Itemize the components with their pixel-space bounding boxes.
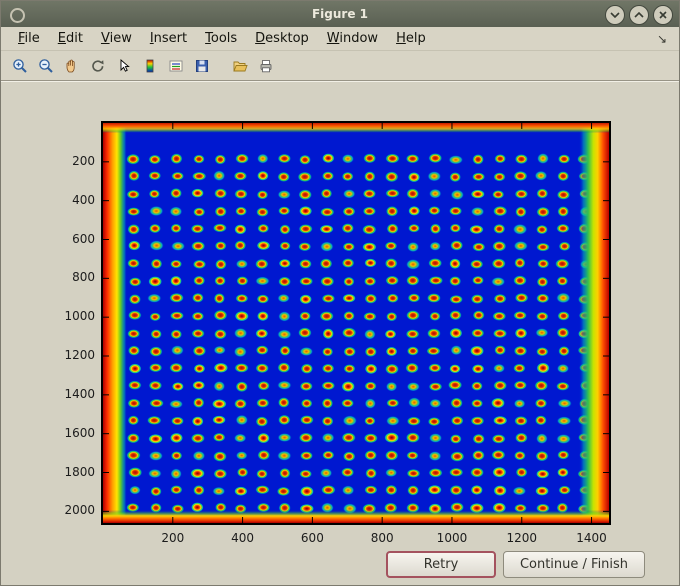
y-axis-tick-label: 1400 <box>64 386 95 401</box>
menu-view[interactable]: View <box>92 28 141 49</box>
maximize-button[interactable] <box>629 5 649 25</box>
menu-bar: File Edit View Insert Tools Desktop Wind… <box>1 27 679 51</box>
y-axis-tick-label: 2000 <box>64 503 95 518</box>
menu-help[interactable]: Help <box>387 28 435 49</box>
colorbar-button[interactable] <box>137 54 163 78</box>
data-cursor-button[interactable] <box>111 54 137 78</box>
top-edge-band <box>103 123 609 133</box>
rotate-3d-button[interactable] <box>85 54 111 78</box>
y-axis-tick-label: 800 <box>72 270 95 285</box>
close-icon <box>659 11 667 19</box>
x-axis-tick-label: 200 <box>161 531 185 545</box>
x-axis-tick-label: 1400 <box>576 531 607 545</box>
menu-insert[interactable]: Insert <box>141 28 196 49</box>
menu-tools[interactable]: Tools <box>196 28 246 49</box>
shade-button[interactable] <box>605 5 625 25</box>
menu-desktop[interactable]: Desktop <box>246 28 318 49</box>
colorbar-icon <box>146 59 154 72</box>
figure-canvas: Retry Continue / Finish 200 400 600 800 1000… <box>1 81 679 585</box>
menubar-dock-arrow-icon[interactable]: ↘ <box>657 32 671 46</box>
zoom-out-button[interactable] <box>33 54 59 78</box>
y-axis-tick-label: 1200 <box>64 348 95 362</box>
menu-window[interactable]: Window <box>318 28 387 49</box>
save-button[interactable] <box>189 54 215 78</box>
y-axis-tick-label: 400 <box>72 192 95 207</box>
print-button[interactable] <box>253 54 279 78</box>
chevron-down-icon <box>610 12 620 18</box>
pan-hand-icon <box>66 59 75 72</box>
menu-edit[interactable]: Edit <box>49 28 92 49</box>
legend-icon <box>169 60 183 71</box>
zoom-out-icon <box>39 58 53 73</box>
rotate-icon <box>92 59 104 72</box>
close-button[interactable] <box>653 5 673 25</box>
data-cursor-icon <box>120 58 130 72</box>
image-background <box>103 123 609 523</box>
y-axis-tick-label: 200 <box>72 153 95 168</box>
retry-button[interactable]: Retry <box>386 551 496 578</box>
pan-button[interactable] <box>59 54 85 78</box>
print-icon <box>260 59 272 72</box>
x-axis-tick-label: 800 <box>370 531 394 545</box>
figure-window: Figure 1 File Edit View Insert Tools Des… <box>0 0 680 586</box>
chevron-up-icon <box>634 12 644 18</box>
left-edge-band <box>103 123 127 523</box>
menu-file[interactable]: File <box>9 28 49 49</box>
open-folder-icon <box>233 61 248 71</box>
x-axis-tick-label: 400 <box>231 531 255 545</box>
save-icon <box>196 59 208 72</box>
y-axis-tick-label: 600 <box>72 231 95 246</box>
open-folder-button[interactable] <box>227 54 253 78</box>
continue-finish-button[interactable]: Continue / Finish <box>503 551 645 578</box>
figure-toolbar <box>1 51 679 81</box>
bottom-edge-band <box>103 510 609 523</box>
microarray-scan-image <box>103 123 609 523</box>
x-axis-tick-label: 1200 <box>506 531 538 545</box>
axes-image[interactable] <box>101 121 611 525</box>
window-title: Figure 1 <box>311 7 369 21</box>
y-axis-tick-label: 1600 <box>64 425 95 440</box>
x-axis-tick-label: 600 <box>300 531 324 545</box>
zoom-in-button[interactable] <box>7 54 33 78</box>
x-axis-tick-label: 1000 <box>436 531 468 545</box>
zoom-in-icon <box>13 58 27 73</box>
y-axis-tick-label: 1000 <box>64 309 95 324</box>
y-axis-tick-label: 1800 <box>64 464 95 479</box>
title-bar[interactable]: Figure 1 <box>1 1 679 27</box>
right-edge-band <box>579 123 609 523</box>
insert-legend-button[interactable] <box>163 54 189 78</box>
